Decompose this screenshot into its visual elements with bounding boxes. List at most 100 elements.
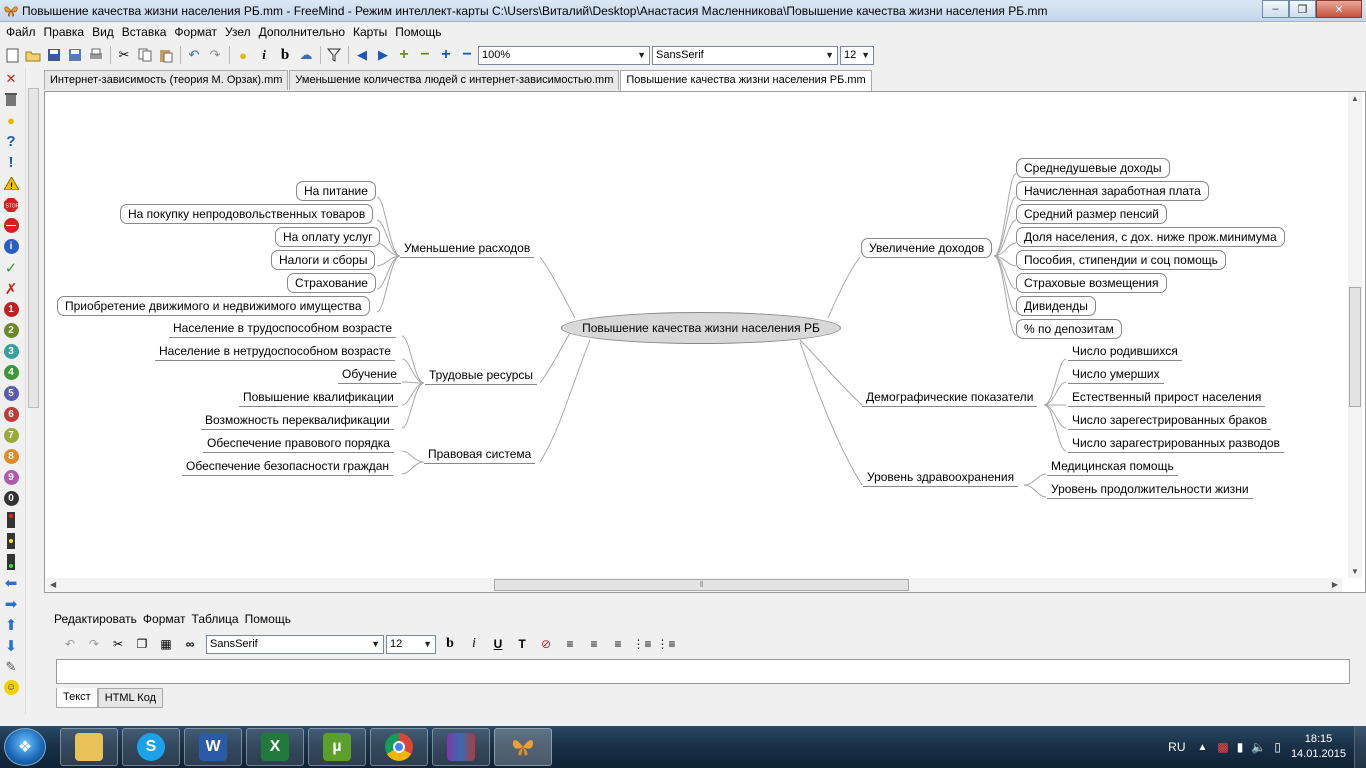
scroll-left-icon[interactable]: ◀ <box>50 580 56 589</box>
expand-icon[interactable]: + <box>436 45 456 65</box>
info-icon[interactable]: i <box>0 236 22 257</box>
italic-icon[interactable]: i <box>462 634 486 654</box>
menu-view[interactable]: Вид <box>88 25 118 39</box>
zoom-out-icon[interactable]: − <box>415 45 435 65</box>
leaf-node[interactable]: Пособия, стипендии и соц помощь <box>1016 250 1226 270</box>
traffic-light-green-icon[interactable] <box>0 551 22 572</box>
cross-icon[interactable]: ✗ <box>0 278 22 299</box>
leaf-node[interactable]: Налоги и сборы <box>271 250 376 270</box>
undo-icon[interactable]: ↶ <box>184 45 204 65</box>
lightbulb-icon[interactable]: ● <box>233 45 253 65</box>
warning-icon[interactable]: ! <box>0 173 22 194</box>
menu-format[interactable]: Формат <box>170 25 221 39</box>
tray-expand-icon[interactable]: ▲ <box>1198 742 1208 753</box>
leaf-node[interactable]: Число родившихся <box>1068 343 1182 361</box>
clear-format-icon[interactable]: ⊘ <box>534 634 558 654</box>
tab-map-3[interactable]: Повышение качества жизни населения РБ.mm <box>620 70 872 91</box>
tab-html-code[interactable]: HTML Код <box>97 688 163 708</box>
maximize-button[interactable]: ❐ <box>1289 0 1316 18</box>
arrow-down-icon[interactable]: ⬇ <box>0 635 22 656</box>
priority-8-icon[interactable]: 8 <box>0 446 22 467</box>
font-size-select[interactable]: 12 ▼ <box>840 45 874 65</box>
arrow-back-icon[interactable]: ⬅ <box>0 572 22 593</box>
branch-node[interactable]: Правовая система <box>424 446 536 464</box>
minimize-button[interactable]: – <box>1262 0 1289 18</box>
leaf-node[interactable]: Доля населения, с дох. ниже прож.минимум… <box>1016 227 1285 247</box>
paste-icon[interactable]: ▦ <box>154 634 178 654</box>
priority-3-icon[interactable]: 3 <box>0 341 22 362</box>
menu-insert[interactable]: Вставка <box>118 25 171 39</box>
italic-icon[interactable]: i <box>254 45 274 65</box>
redo-icon[interactable]: ↷ <box>82 634 106 654</box>
leaf-node[interactable]: Повышение квалификации <box>239 389 398 407</box>
arrow-forward-icon[interactable]: ➡ <box>0 593 22 614</box>
priority-9-icon[interactable]: 9 <box>0 467 22 488</box>
check-icon[interactable]: ✓ <box>0 257 22 278</box>
arrow-right-icon[interactable]: ▶ <box>373 45 393 65</box>
start-button[interactable]: ❖ <box>4 728 46 766</box>
leaf-node[interactable]: На покупку непродовольственных товаров <box>120 204 374 224</box>
leaf-node[interactable]: Число умерших <box>1068 366 1164 384</box>
redo-icon[interactable]: ↷ <box>205 45 225 65</box>
menu-edit[interactable]: Правка <box>40 25 89 39</box>
leaf-node[interactable]: % по депозитам <box>1016 319 1122 339</box>
editor-menu-edit[interactable]: Редактировать <box>54 612 137 626</box>
taskbar-winrar[interactable] <box>432 728 490 766</box>
trash-icon[interactable] <box>0 89 22 110</box>
font-select[interactable]: SansSerif ▼ <box>652 45 838 65</box>
paste-icon[interactable] <box>156 45 176 65</box>
editor-font-select[interactable]: SansSerif ▼ <box>206 634 384 654</box>
find-binoculars-icon[interactable]: ∞ <box>178 634 202 654</box>
align-left-icon[interactable]: ≡ <box>558 634 582 654</box>
leaf-node[interactable]: Дивиденды <box>1016 296 1096 316</box>
leaf-node[interactable]: Страхование <box>287 273 376 293</box>
priority-7-icon[interactable]: 7 <box>0 425 22 446</box>
leaf-node[interactable]: Население в трудоспособном возрасте <box>169 320 397 338</box>
tab-map-1[interactable]: Интернет-зависимость (теория М. Орзак).m… <box>44 70 289 90</box>
remove-last-icon[interactable]: ✕ <box>0 68 22 89</box>
leaf-node[interactable]: Медицинская помощь <box>1047 458 1178 476</box>
scroll-thumb[interactable] <box>28 88 39 408</box>
priority-6-icon[interactable]: 6 <box>0 404 22 425</box>
cut-icon[interactable]: ✂ <box>106 634 130 654</box>
bold-icon[interactable]: b <box>275 45 295 65</box>
priority-1-icon[interactable]: 1 <box>0 299 22 320</box>
show-desktop-button[interactable] <box>1354 726 1366 768</box>
bullet-list-icon[interactable]: ⋮≡ <box>630 634 654 654</box>
undo-icon[interactable]: ↶ <box>58 634 82 654</box>
leaf-node[interactable]: Обучение <box>338 366 401 384</box>
no-entry-icon[interactable]: — <box>0 215 22 236</box>
arrow-left-icon[interactable]: ◀ <box>352 45 372 65</box>
menu-help[interactable]: Помощь <box>391 25 445 39</box>
priority-0-icon[interactable]: 0 <box>0 488 22 509</box>
scroll-down-icon[interactable]: ▼ <box>1351 567 1359 576</box>
clock[interactable]: 18:15 14.01.2015 <box>1291 732 1346 762</box>
leaf-node[interactable]: Возможность переквалификации <box>201 412 394 430</box>
copy-icon[interactable] <box>135 45 155 65</box>
tab-text[interactable]: Текст <box>56 688 98 708</box>
editor-size-select[interactable]: 12 ▼ <box>386 634 436 654</box>
editor-menu-table[interactable]: Таблица <box>192 612 239 626</box>
scroll-up-icon[interactable]: ▲ <box>1351 94 1359 103</box>
smiley-icon[interactable]: ☺ <box>0 677 22 698</box>
new-file-icon[interactable] <box>2 45 22 65</box>
tab-map-2[interactable]: Уменьшение количества людей с интернет-з… <box>289 70 620 90</box>
traffic-light-red-icon[interactable] <box>0 509 22 530</box>
menu-node[interactable]: Узел <box>221 25 255 39</box>
leaf-node[interactable]: На оплату услуг <box>275 227 381 247</box>
text-color-icon[interactable]: T <box>510 634 534 654</box>
icon-palette-scrollbar[interactable] <box>25 68 40 714</box>
signal-icon[interactable]: ▯ <box>1274 740 1281 754</box>
editor-menu-help[interactable]: Помощь <box>245 612 291 626</box>
branch-node[interactable]: Демографические показатели <box>862 389 1038 407</box>
leaf-node[interactable]: Обеспечение безопасности граждан <box>182 458 394 476</box>
priority-5-icon[interactable]: 5 <box>0 383 22 404</box>
network-icon[interactable]: ▩ <box>1217 740 1228 754</box>
taskbar-explorer[interactable] <box>60 728 118 766</box>
leaf-node[interactable]: Средний размер пенсий <box>1016 204 1167 224</box>
question-icon[interactable]: ? <box>0 131 22 152</box>
attach-icon[interactable]: ✎ <box>0 656 22 677</box>
battery-icon[interactable]: ▮ <box>1237 740 1244 754</box>
menu-maps[interactable]: Карты <box>349 25 391 39</box>
scroll-right-icon[interactable]: ▶ <box>1332 580 1338 589</box>
